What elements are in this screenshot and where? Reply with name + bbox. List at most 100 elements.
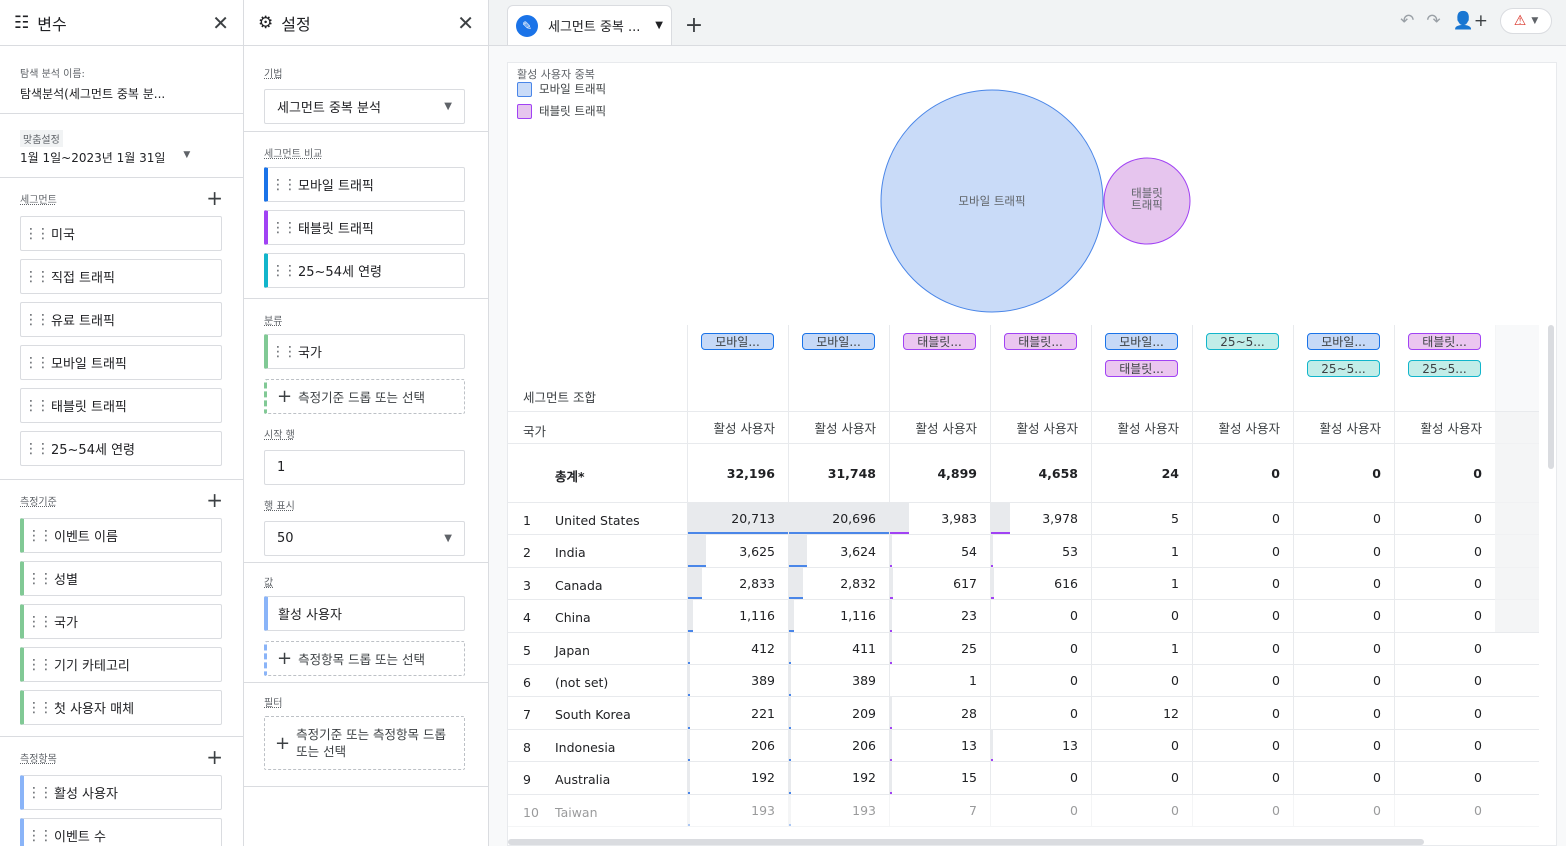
segment-pill[interactable]: 모바일... xyxy=(701,333,774,350)
metric-item[interactable]: ⋮⋮ 이벤트 수 xyxy=(20,818,222,846)
share-user-icon[interactable]: 👤+ xyxy=(1453,11,1488,31)
segment-pill[interactable]: 태블릿... xyxy=(1105,360,1178,377)
metric-item[interactable]: ⋮⋮ 활성 사용자 xyxy=(20,775,222,810)
segment-pill[interactable]: 25~5... xyxy=(1408,360,1481,377)
add-segment-button[interactable]: + xyxy=(206,188,223,208)
segment-pill[interactable]: 태블릿... xyxy=(1004,333,1077,350)
segment-compare-item[interactable]: ⋮⋮ 태블릿 트래픽 xyxy=(264,210,465,245)
add-tab-button[interactable]: + xyxy=(672,5,716,45)
exploration-name[interactable]: 탐색분석(세그먼트 중복 분... xyxy=(20,85,223,102)
horizontal-scrollbar[interactable] xyxy=(508,839,1424,845)
values-item[interactable]: 활성 사용자 xyxy=(264,596,465,631)
drop-dimension-target[interactable]: + 측정기준 드롭 또는 선택 xyxy=(264,379,465,414)
warning-button[interactable]: ⚠ ▼ xyxy=(1500,8,1552,34)
metric-header[interactable]: 활성 사용자 xyxy=(889,412,990,443)
dimension-item[interactable]: ⋮⋮ 기기 카테고리 xyxy=(20,647,222,682)
metric-value-text: 28 xyxy=(961,705,977,721)
add-metric-button[interactable]: + xyxy=(206,747,223,767)
segment-compare-item[interactable]: ⋮⋮ 25~54세 연령 xyxy=(264,253,465,288)
value-bar xyxy=(991,535,993,567)
metric-value: 0 xyxy=(1192,503,1293,535)
vertical-scrollbar[interactable] xyxy=(1548,325,1554,469)
segment-pill[interactable]: 25~5... xyxy=(1307,360,1380,377)
metric-header[interactable]: 활성 사용자 xyxy=(1091,412,1192,443)
metric-header[interactable]: 활성 사용자 xyxy=(687,412,788,443)
segment-item[interactable]: ⋮⋮ 미국 xyxy=(20,216,222,251)
metric-header[interactable]: 활성 사용자 xyxy=(990,412,1091,443)
segment-item[interactable]: ⋮⋮ 직접 트래픽 xyxy=(20,259,222,294)
segment-pill[interactable]: 모바일... xyxy=(1307,333,1380,350)
undo-icon[interactable]: ↶ xyxy=(1400,11,1414,31)
drag-handle-icon[interactable]: ⋮⋮ xyxy=(24,657,54,673)
total-value: 0 xyxy=(1394,444,1495,502)
drag-handle-icon[interactable]: ⋮⋮ xyxy=(24,785,54,801)
table-row[interactable]: 5 Japan 412 411 25 0 1 0 0 0 xyxy=(508,632,1539,665)
table-row[interactable]: 2 India 3,625 3,624 54 53 1 0 0 0 xyxy=(508,535,1539,568)
chevron-down-icon[interactable]: ▼ xyxy=(655,20,663,31)
segment-pill[interactable]: 25~5... xyxy=(1206,333,1279,350)
drag-handle-icon[interactable]: ⋮⋮ xyxy=(21,398,51,414)
value-bar xyxy=(789,535,807,567)
segment-compare-item[interactable]: ⋮⋮ 모바일 트래픽 xyxy=(264,167,465,202)
table-row[interactable]: 6 (not set) 389 389 1 0 0 0 0 0 xyxy=(508,665,1539,698)
segment-pill[interactable]: 모바일... xyxy=(1105,333,1178,350)
tab-segment-overlap[interactable]: ✎ 세그먼트 중복 ... ▼ xyxy=(507,5,672,45)
start-row-input[interactable]: 1 xyxy=(264,450,465,485)
drag-handle-icon[interactable]: ⋮⋮ xyxy=(21,355,51,371)
table-row[interactable]: 10 Taiwan 193 193 7 0 0 0 0 0 xyxy=(508,794,1539,827)
drag-handle-icon[interactable]: ⋮⋮ xyxy=(268,177,298,193)
metric-header[interactable]: 활성 사용자 xyxy=(788,412,889,443)
close-icon[interactable]: ✕ xyxy=(212,11,229,35)
drag-handle-icon[interactable]: ⋮⋮ xyxy=(24,828,54,844)
dimension-item[interactable]: ⋮⋮ 이벤트 이름 xyxy=(20,518,222,553)
segment-item[interactable]: ⋮⋮ 모바일 트래픽 xyxy=(20,345,222,380)
date-range-picker[interactable]: 맞춤설정 1월 1일~2023년 1월 31일 ▼ xyxy=(20,128,223,166)
table-row[interactable]: 3 Canada 2,833 2,832 617 616 1 0 0 0 xyxy=(508,567,1539,601)
segment-item[interactable]: ⋮⋮ 태블릿 트래픽 xyxy=(20,388,222,423)
drag-handle-icon[interactable]: ⋮⋮ xyxy=(21,226,51,242)
metric-value: 3,624 xyxy=(788,535,889,567)
drag-handle-icon[interactable]: ⋮⋮ xyxy=(268,344,298,360)
totals-label: 총계* xyxy=(555,469,585,484)
metric-value-text: 15 xyxy=(961,770,977,786)
variables-icon: ☷ xyxy=(14,12,30,33)
drag-handle-icon[interactable]: ⋮⋮ xyxy=(24,571,54,587)
metric-value-text: 0 xyxy=(1171,608,1179,624)
breakdown-item[interactable]: ⋮⋮ 국가 xyxy=(264,334,465,369)
dimension-item[interactable]: ⋮⋮ 국가 xyxy=(20,604,222,639)
drag-handle-icon[interactable]: ⋮⋮ xyxy=(21,269,51,285)
filter-drop-target[interactable]: + 측정기준 또는 측정항목 드롭 또는 선택 xyxy=(264,716,465,770)
drag-handle-icon[interactable]: ⋮⋮ xyxy=(21,441,51,457)
drag-handle-icon[interactable]: ⋮⋮ xyxy=(24,700,54,716)
value-bar-underline xyxy=(688,532,788,535)
segment-item[interactable]: ⋮⋮ 25~54세 연령 xyxy=(20,431,222,466)
dimension-item[interactable]: ⋮⋮ 첫 사용자 매체 xyxy=(20,690,222,725)
table-row[interactable]: 7 South Korea 221 209 28 0 12 0 0 0 xyxy=(508,697,1539,730)
segment-item[interactable]: ⋮⋮ 유료 트래픽 xyxy=(20,302,222,337)
table-row[interactable]: 4 China 1,116 1,116 23 0 0 0 0 0 xyxy=(508,600,1539,633)
drag-handle-icon[interactable]: ⋮⋮ xyxy=(268,220,298,236)
table-row[interactable]: 1 United States 20,713 20,696 3,983 3,978 5 0 0 0 xyxy=(508,503,1539,536)
segment-pill[interactable]: 모바일... xyxy=(802,333,875,350)
metric-header[interactable]: 활성 사용자 xyxy=(1293,412,1394,443)
table-row[interactable]: 9 Australia 192 192 15 0 0 0 0 0 xyxy=(508,762,1539,795)
segment-pill[interactable]: 태블릿... xyxy=(903,333,976,350)
show-rows-select[interactable]: 50 ▼ xyxy=(264,521,465,556)
technique-select[interactable]: 세그먼트 중복 분석 ▼ xyxy=(264,89,465,124)
redo-icon[interactable]: ↷ xyxy=(1426,11,1440,31)
metric-header[interactable]: 활성 사용자 xyxy=(1192,412,1293,443)
drag-handle-icon[interactable]: ⋮⋮ xyxy=(268,263,298,279)
drag-handle-icon[interactable]: ⋮⋮ xyxy=(24,614,54,630)
table-row[interactable]: 8 Indonesia 206 206 13 13 0 0 0 0 xyxy=(508,729,1539,763)
close-icon[interactable]: ✕ xyxy=(457,11,474,35)
drag-handle-icon[interactable]: ⋮⋮ xyxy=(21,312,51,328)
dimension-header[interactable]: 국가 xyxy=(523,421,546,440)
metric-value: 1,116 xyxy=(788,600,889,632)
drop-metric-target[interactable]: + 측정항목 드롭 또는 선택 xyxy=(264,641,465,676)
dimension-item[interactable]: ⋮⋮ 성별 xyxy=(20,561,222,596)
variables-panel: ☷ 변수 ✕ 탐색 분석 이름: 탐색분석(세그먼트 중복 분... 맞춤설정 … xyxy=(0,0,244,846)
add-dimension-button[interactable]: + xyxy=(206,490,223,510)
segment-pill[interactable]: 태블릿... xyxy=(1408,333,1481,350)
metric-header[interactable]: 활성 사용자 xyxy=(1394,412,1495,443)
drag-handle-icon[interactable]: ⋮⋮ xyxy=(24,528,54,544)
